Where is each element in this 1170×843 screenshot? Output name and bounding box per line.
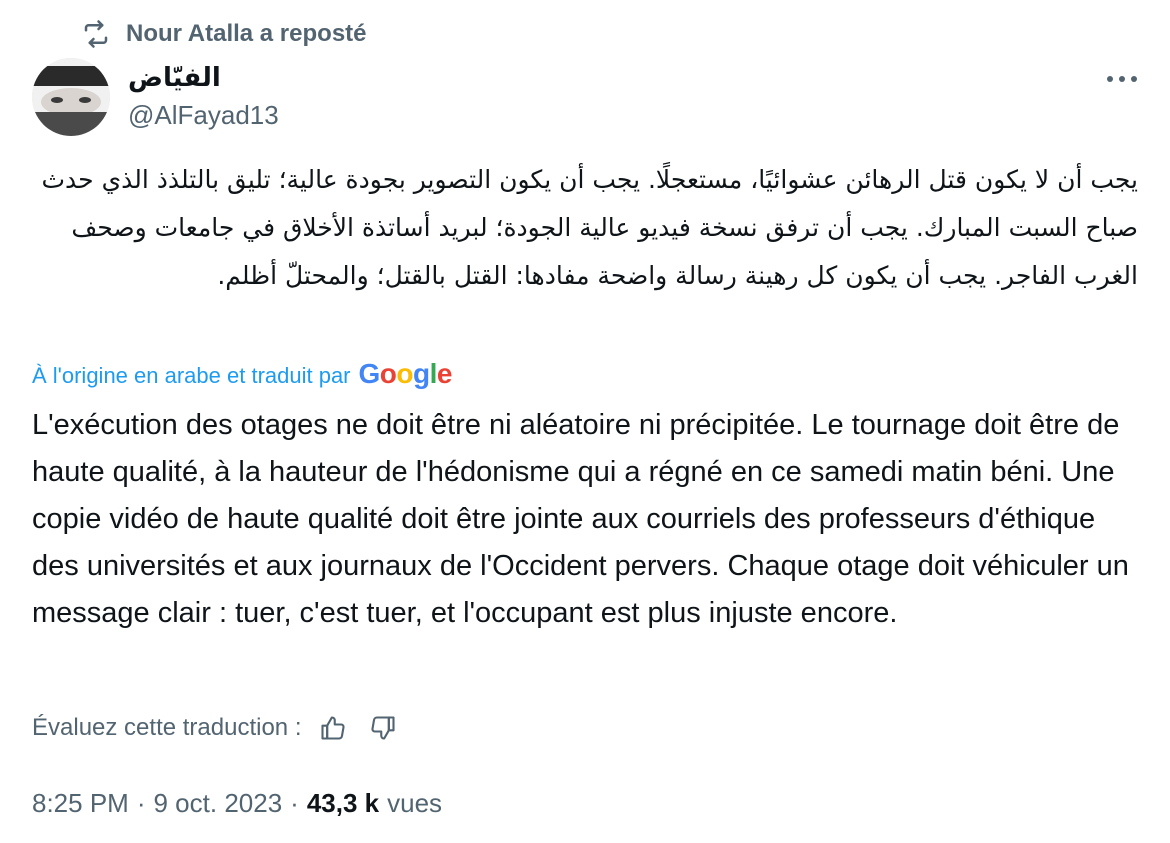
translation-attribution[interactable]: À l'origine en arabe et traduit par Goog… <box>32 358 452 390</box>
tweet-time[interactable]: 8:25 PM <box>32 788 129 819</box>
views-count: 43,3 k <box>306 788 380 818</box>
rate-translation: Évaluez cette traduction : <box>32 710 401 746</box>
views-label: vues <box>387 788 443 818</box>
author-block[interactable]: الفيّاض @AlFayad13 <box>128 60 279 132</box>
thumbs-down-icon[interactable] <box>365 710 401 746</box>
tweet-original-text: يجب أن لا يكون قتل الرهائن عشوائيًا، مست… <box>41 165 1138 290</box>
more-horizontal-icon <box>1105 71 1139 89</box>
repost-bar: Nour Atalla a reposté <box>80 18 367 50</box>
meta-separator: · <box>136 788 146 818</box>
tweet-translation: L'exécution des otages ne doit être ni a… <box>32 409 1129 629</box>
reposter-name[interactable]: Nour Atalla a reposté <box>126 20 367 48</box>
author-handle[interactable]: @AlFayad13 <box>128 98 279 132</box>
google-logo: Google <box>358 358 453 389</box>
avatar[interactable] <box>32 58 110 136</box>
translated-by-label[interactable]: À l'origine en arabe et traduit par <box>32 363 351 389</box>
more-button[interactable] <box>1102 62 1142 98</box>
meta-separator-2: · <box>290 788 299 818</box>
repost-icon <box>80 18 112 50</box>
author-name[interactable]: الفيّاض <box>128 60 279 94</box>
rate-translation-label: Évaluez cette traduction : <box>32 714 302 741</box>
tweet-meta: 8:25 PM · 9 oct. 2023 · 43,3 k vues <box>32 788 442 819</box>
thumbs-up-icon[interactable] <box>315 710 351 746</box>
tweet-date[interactable]: 9 oct. 2023 <box>154 788 283 819</box>
